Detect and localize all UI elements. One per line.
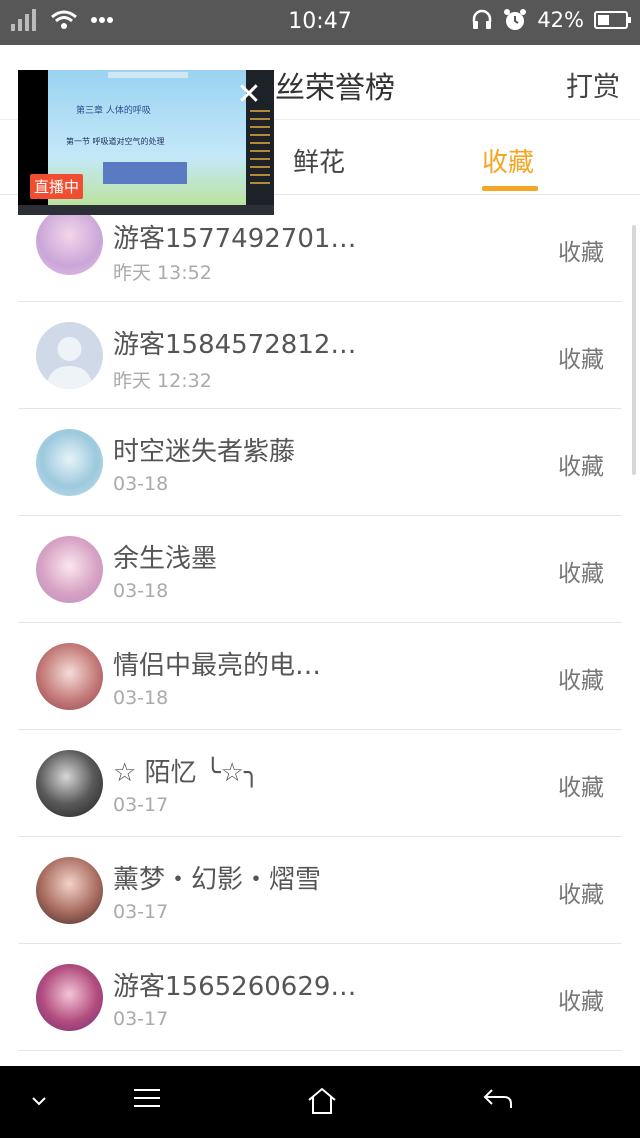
user-name: 情侣中最亮的电… xyxy=(113,651,322,681)
list-item[interactable]: 时空迷失者紫藤 03-18 收藏 xyxy=(18,409,622,516)
favorite-label: 收藏 xyxy=(558,775,604,801)
timestamp: 03-17 xyxy=(113,1008,169,1030)
scrollbar[interactable] xyxy=(632,225,636,475)
close-icon[interactable]: ✕ xyxy=(229,75,269,115)
favorite-label: 收藏 xyxy=(558,882,604,908)
list-item[interactable]: ☆ 陌忆 ╰☆╮ 03-17 收藏 xyxy=(18,730,622,837)
slide-box xyxy=(103,162,187,184)
navigation-bar xyxy=(0,1066,640,1138)
favorite-label: 收藏 xyxy=(558,668,604,694)
avatar xyxy=(36,429,103,496)
active-tab-indicator xyxy=(482,186,538,191)
tab-favorites[interactable]: 收藏 xyxy=(482,142,534,179)
user-name: 时空迷失者紫藤 xyxy=(113,437,296,467)
avatar-default xyxy=(36,322,103,389)
timestamp: 03-17 xyxy=(113,794,169,816)
avatar xyxy=(36,536,103,603)
user-name: 薰梦・幻影・熠雪 xyxy=(113,865,322,895)
avatar xyxy=(36,750,103,817)
user-name: 游客1565260629… xyxy=(113,972,357,1002)
timestamp: 03-18 xyxy=(113,580,169,602)
list-item[interactable]: 薰梦・幻影・熠雪 03-17 收藏 xyxy=(18,837,622,944)
live-toolbar xyxy=(18,205,274,215)
home-icon[interactable] xyxy=(306,1086,338,1116)
back-arrow-icon[interactable] xyxy=(482,1086,514,1112)
battery-percent: 42% xyxy=(537,8,584,32)
favorite-label: 收藏 xyxy=(558,240,604,266)
list-item[interactable]: 游客1584572812… 昨天 12:32 收藏 xyxy=(18,302,622,409)
list-item[interactable]: 游客1565260629… 03-17 收藏 xyxy=(18,944,622,1051)
avatar xyxy=(36,643,103,710)
menu-icon[interactable] xyxy=(132,1086,162,1110)
user-name: 余生浅墨 xyxy=(113,544,218,574)
favorites-list: 游客1577492701… 昨天 13:52 收藏 游客1584572812… … xyxy=(18,195,622,1051)
status-bar: 10:47 42% xyxy=(0,0,640,45)
tab-flowers[interactable]: 鲜花 xyxy=(293,142,345,179)
timestamp: 昨天 13:52 xyxy=(113,262,212,284)
chevron-down-icon[interactable] xyxy=(30,1094,48,1108)
live-badge: 直播中 xyxy=(30,174,84,199)
timestamp: 03-17 xyxy=(113,901,169,923)
favorite-label: 收藏 xyxy=(558,454,604,480)
battery-icon xyxy=(594,11,631,29)
avatar xyxy=(36,964,103,1031)
reward-button[interactable]: 打赏 xyxy=(566,65,620,104)
timestamp: 昨天 12:32 xyxy=(113,370,212,392)
headset-icon xyxy=(473,9,492,29)
avatar xyxy=(36,857,103,924)
avatar xyxy=(36,208,103,275)
favorite-label: 收藏 xyxy=(558,561,604,587)
slide-title: 第三章 人体的呼吸 xyxy=(76,106,151,116)
user-name: 游客1584572812… xyxy=(113,330,357,360)
timestamp: 03-18 xyxy=(113,473,169,495)
slide-subtitle: 第一节 呼吸道对空气的处理 xyxy=(66,137,165,146)
timestamp: 03-18 xyxy=(113,687,169,709)
user-name: 游客1577492701… xyxy=(113,224,357,254)
slide-header-bar xyxy=(108,72,188,78)
alarm-icon xyxy=(504,9,527,30)
favorite-label: 收藏 xyxy=(558,347,604,373)
list-item[interactable]: 情侣中最亮的电… 03-18 收藏 xyxy=(18,623,622,730)
user-name: ☆ 陌忆 ╰☆╮ xyxy=(113,758,260,788)
favorite-label: 收藏 xyxy=(558,989,604,1015)
list-item[interactable]: 余生浅墨 03-18 收藏 xyxy=(18,516,622,623)
